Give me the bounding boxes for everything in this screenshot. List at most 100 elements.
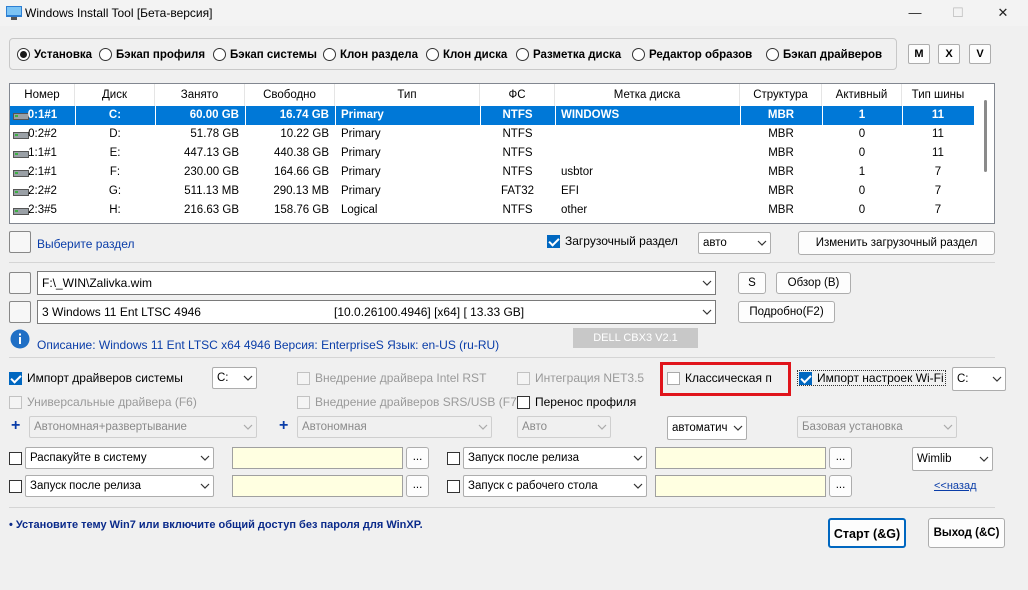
table-row[interactable]: 2:3#5 H: 216.63 GB 158.76 GB Logical NTFS othe…	[10, 201, 974, 220]
column-header[interactable]: Тип	[335, 84, 480, 106]
import-drivers-checkbox[interactable]: Импорт драйверов системы	[9, 371, 183, 385]
chevron-down-icon	[979, 456, 989, 462]
radio-dot	[632, 48, 645, 61]
intel-rst-checkbox[interactable]: Внедрение драйвера Intel RST	[297, 371, 486, 385]
after-release-browse-right[interactable]: ...	[829, 447, 852, 469]
table-cell: 1	[858, 166, 866, 178]
radio-image-editor[interactable]: Редактор образов	[632, 48, 752, 61]
radio-dot	[766, 48, 779, 61]
checkbox-label: Перенос профиля	[535, 395, 637, 409]
column-header[interactable]: Структура	[740, 84, 822, 106]
table-row[interactable]: 2:1#1 F: 230.00 GB 164.66 GB Primary NTFS usbt…	[10, 163, 974, 182]
column-header[interactable]: ФС	[480, 84, 555, 106]
table-cell: 11	[932, 147, 944, 159]
unpack-path-input[interactable]	[232, 447, 403, 469]
column-header[interactable]: Тип шины	[902, 84, 974, 106]
s-button[interactable]: S	[738, 272, 766, 294]
change-boot-partition-button[interactable]: Изменить загрузочный раздел	[798, 231, 995, 255]
deploy-mode-select[interactable]: Автономная+развертывание	[29, 416, 257, 438]
scrollbar-thumb[interactable]	[984, 100, 987, 172]
after-release-path-left[interactable]	[232, 475, 403, 497]
column-header[interactable]: Метка диска	[555, 84, 740, 106]
m-button[interactable]: M	[908, 44, 930, 64]
desktop-run-browse-button[interactable]: ...	[829, 475, 852, 497]
auto-select[interactable]: Авто	[517, 416, 611, 438]
table-cell: usbtor	[561, 166, 593, 178]
autonomous-select[interactable]: Автономная	[297, 416, 492, 438]
image-picker[interactable]	[9, 272, 31, 294]
x-button[interactable]: X	[938, 44, 960, 64]
library-select[interactable]: Wimlib	[912, 447, 993, 471]
cell-separator	[902, 106, 903, 125]
checkbox-mark	[297, 395, 310, 409]
chevron-down-icon	[733, 425, 743, 431]
add-icon[interactable]: +	[11, 417, 20, 435]
table-row[interactable]: 0:1#1 C: 60.00 GB 16.74 GB Primary NTFS WINDOW…	[10, 106, 974, 125]
v-button[interactable]: V	[969, 44, 991, 64]
unpack-select[interactable]: Распакуйте в систему	[25, 447, 214, 469]
add-icon[interactable]: +	[279, 417, 288, 435]
exit-button[interactable]: Выход (&C)	[928, 518, 1005, 548]
radio-partition-clone[interactable]: Клон раздела	[323, 48, 418, 61]
radio-install[interactable]: Установка	[17, 48, 92, 61]
table-scrollbar[interactable]	[977, 84, 994, 223]
radio-disk-clone[interactable]: Клон диска	[426, 48, 507, 61]
maximize-button[interactable]: ☐	[936, 0, 980, 26]
profile-move-checkbox[interactable]: Перенос профиля	[517, 395, 636, 409]
desktop-run-select[interactable]: Запуск с рабочего стола	[463, 475, 647, 497]
srs-drivers-checkbox[interactable]: Внедрение драйверов SRS/USB (F7)	[297, 395, 521, 409]
details-button[interactable]: Подробно(F2)	[738, 301, 835, 323]
select-value: Распакуйте в систему	[30, 452, 147, 464]
column-header[interactable]: Занято	[155, 84, 245, 106]
radio-dot	[17, 48, 30, 61]
after-release-path-right[interactable]	[655, 447, 826, 469]
column-header[interactable]: Активный	[822, 84, 902, 106]
radio-disk-layout[interactable]: Разметка диска	[516, 48, 621, 61]
table-cell: 0	[858, 147, 866, 159]
table-row[interactable]: 2:2#2 G: 511.13 MB 290.13 MB Primary FAT32 EFI…	[10, 182, 974, 201]
app-icon	[6, 6, 22, 20]
minimize-button[interactable]: —	[893, 0, 937, 26]
edition-select[interactable]: 3 Windows 11 Ent LTSC 4946 [10.0.26100.49…	[37, 300, 716, 324]
close-button[interactable]: ✕	[981, 0, 1025, 26]
column-header[interactable]: Диск	[75, 84, 155, 106]
column-header[interactable]: Свободно	[245, 84, 335, 106]
wifi-import-checkbox[interactable]: Импорт настроек Wi-Fi	[797, 370, 946, 386]
radio-dot	[516, 48, 529, 61]
boot-partition-checkbox[interactable]: Загрузочный раздел	[547, 234, 678, 248]
browse-button[interactable]: Обзор (B)	[776, 272, 851, 294]
table-cell: MBR	[768, 128, 794, 140]
radio-system-backup[interactable]: Бэкап системы	[213, 48, 317, 61]
unpack-browse-button[interactable]: ...	[406, 447, 429, 469]
cell-separator	[245, 106, 246, 125]
table-cell: MBR	[768, 166, 794, 178]
chevron-down-icon	[943, 424, 953, 430]
wifi-drive-select[interactable]: C:	[952, 367, 1006, 391]
start-button[interactable]: Старт (&G)	[828, 518, 906, 548]
edition-picker[interactable]	[9, 301, 31, 323]
universal-drivers-checkbox[interactable]: Универсальные драйвера (F6)	[9, 395, 197, 409]
column-header[interactable]: Номер	[10, 84, 75, 106]
checkbox-mark	[547, 234, 560, 248]
after-release-select-left[interactable]: Запуск после релиза	[25, 475, 214, 497]
desktop-run-path-input[interactable]	[655, 475, 826, 497]
back-link[interactable]: <<назад	[934, 480, 977, 492]
partition-table[interactable]: Номер Диск Занято Свободно Тип ФС Метка …	[9, 83, 995, 224]
radio-profile-backup[interactable]: Бэкап профиля	[99, 48, 205, 61]
table-row[interactable]: 1:1#1 E: 447.13 GB 440.38 GB Primary NTFS MBR 0…	[10, 144, 974, 163]
net35-checkbox[interactable]: Интеграция NET3.5	[517, 371, 644, 385]
partition-picker[interactable]	[9, 231, 31, 253]
select-value: авто	[703, 237, 727, 249]
table-row[interactable]: 0:2#2 D: 51.78 GB 10.22 GB Primary NTFS MBR 0 11	[10, 125, 974, 144]
image-path-input[interactable]: F:\_WIN\Zalivka.wim	[37, 271, 716, 295]
radio-dot	[323, 48, 336, 61]
radio-driver-backup[interactable]: Бэкап драйверов	[766, 48, 882, 61]
after-release-browse-left[interactable]: ...	[406, 475, 429, 497]
boot-mode-select[interactable]: авто	[698, 232, 771, 254]
drivers-drive-select[interactable]: C:	[212, 367, 257, 389]
install-type-select[interactable]: Базовая установка	[797, 416, 957, 438]
automatic-select[interactable]: автоматич	[667, 416, 747, 440]
table-cell: C:	[108, 109, 122, 121]
after-release-select-right[interactable]: Запуск после релиза	[463, 447, 647, 469]
classic-checkbox[interactable]: Классическая п	[667, 371, 772, 385]
